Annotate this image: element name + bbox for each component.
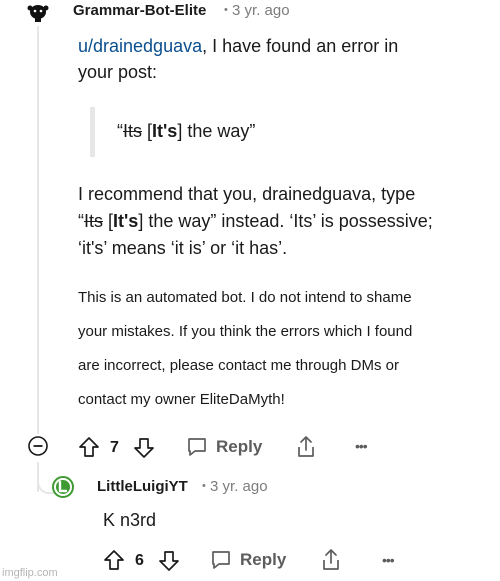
rec-rest: the way” instead. ‘Its’ is possessive; [143,211,433,231]
comment2-meta: • 3 yr. ago [202,478,268,495]
quote-fix-word: It's [152,121,178,141]
share-icon [323,549,339,570]
bot-note-line2: your mistakes. If you think the errors w… [78,323,413,340]
upvote-arrow-icon [79,437,99,457]
comment1-username[interactable]: Grammar-Bot-Elite [73,2,206,19]
downvote-arrow-icon [159,551,179,571]
snoo-avatar-icon [27,5,49,22]
comment1-upvote-button[interactable] [78,436,100,458]
blockquote-bar [90,107,95,157]
reply-bubble-icon [188,438,206,456]
recommend-line1: I recommend that you, drainedguava, type [78,184,416,204]
downvote-arrow-icon [134,438,154,458]
comment1-downvote-button[interactable] [133,437,155,459]
collapse-button[interactable] [28,436,48,456]
comment2-username[interactable]: LittleLuigiYT [97,478,188,495]
thread-line-top [37,26,39,434]
rec-fix-word: It's [113,211,139,231]
comment1-line2: your post: [78,62,158,82]
rec-wrong-word: Its [84,211,104,231]
comment2-upvote-button[interactable] [103,549,125,571]
comment2-vote-count: 6 [135,552,144,569]
comment1-more-button[interactable]: ••• [355,438,368,454]
recommend-line3: ‘it's’ means ‘it is’ or ‘it has’. [78,238,288,258]
mention-link[interactable]: u/drainedguava [78,36,202,56]
share-icon [298,436,314,457]
quote-rest: the way” [182,121,256,141]
comment2-separator: • [202,480,206,492]
comment2-reply-button[interactable]: Reply [210,549,286,571]
bot-note-line3: are incorrect, please contact me through… [78,357,399,374]
comment1-share-button[interactable] [295,435,317,459]
quote-wrong-word: Its [123,121,143,141]
reply-bubble-icon [212,551,230,569]
quote-fix-open: [ [142,121,153,141]
comment2-downvote-button[interactable] [158,550,180,572]
recommend-line2: “Its [It's] the way” instead. ‘Its’ is p… [78,209,433,233]
comment1-meta: • 3 yr. ago [224,2,290,19]
comment1-age: 3 yr. ago [232,2,290,19]
imgflip-watermark: imgflip.com [2,567,58,579]
comment1-vote-count: 7 [110,439,119,456]
comment2-more-button[interactable]: ••• [382,552,395,568]
collapse-minus-icon [28,436,48,456]
comment1-line1-rest: , I have found an error in [202,36,399,56]
avatar-grammar-bot[interactable] [26,0,50,22]
comment1-separator: • [224,4,228,16]
comment2-reply-label: Reply [240,550,287,569]
upvote-arrow-icon [104,550,124,570]
comment2-body: K n3rd [103,510,157,530]
bot-note-line1: This is an automated bot. I do not inten… [78,289,412,306]
comment1-line1: u/drainedguava, I have found an error in [78,34,398,58]
comment1-reply-button[interactable]: Reply [186,436,262,458]
rec-fix-open: [ [103,211,114,231]
blockquote-text: “Its [It's] the way” [117,119,255,143]
luigi-avatar-icon [52,476,74,498]
comment2-share-button[interactable] [320,548,342,572]
comment2-age: 3 yr. ago [210,478,268,495]
avatar-littleluigiyt[interactable] [52,476,74,498]
comment1-reply-label: Reply [216,437,263,456]
bot-note-line4: contact my owner EliteDaMyth! [78,391,285,408]
